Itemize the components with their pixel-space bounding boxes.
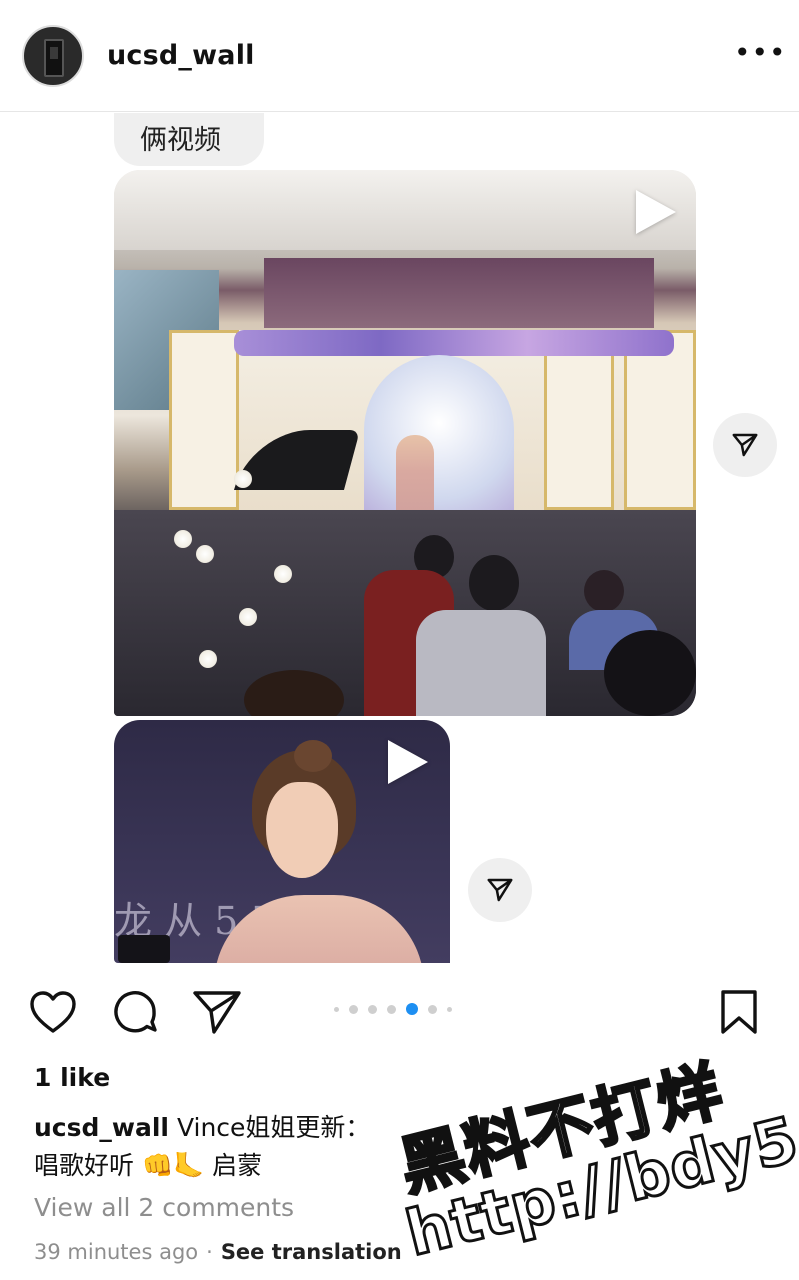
bookmark-icon <box>721 990 757 1034</box>
post-header: ucsd_wall ••• <box>0 0 799 112</box>
singer-closeup-video[interactable]: 龙 从 5 5 <box>114 720 450 963</box>
caption-text-line2: 唱歌好听 👊🦶 启蒙 <box>34 1151 263 1180</box>
audience-person <box>416 610 546 716</box>
table-lamp <box>274 565 292 583</box>
save-button[interactable] <box>714 987 764 1037</box>
action-bar <box>0 975 799 1047</box>
audience-head <box>469 555 519 611</box>
like-button[interactable] <box>28 987 78 1037</box>
carousel-dot <box>387 1004 396 1014</box>
play-icon[interactable] <box>388 740 428 784</box>
post-caption: ucsd_wall Vince姐姐更新： 唱歌好听 👊🦶 启蒙 <box>34 1109 454 1185</box>
stage-arch <box>364 355 514 525</box>
stage-panel <box>544 330 614 510</box>
singer-face <box>266 782 338 878</box>
post-footer: 39 minutes ago · See translation <box>34 1240 402 1264</box>
stage-panel <box>624 330 696 510</box>
singer-hair-bun <box>294 740 332 772</box>
like-count[interactable]: 1 like <box>34 1063 110 1092</box>
wedding-stage-video[interactable] <box>114 170 696 716</box>
table-lamp <box>196 545 214 563</box>
carousel-dot <box>334 1006 339 1012</box>
caption-text: Vince姐姐更新： <box>169 1113 371 1142</box>
heart-icon <box>30 991 76 1033</box>
table-lamp <box>174 530 192 548</box>
door-avatar-icon <box>44 39 64 77</box>
more-horizontal-icon[interactable]: ••• <box>734 39 786 68</box>
avatar[interactable] <box>22 25 84 87</box>
timestamp: 39 minutes ago <box>34 1240 199 1264</box>
paper-plane-icon <box>487 878 513 902</box>
play-icon[interactable] <box>636 190 676 234</box>
chat-bubble-text: 俩视频 <box>140 125 221 156</box>
view-comments-link[interactable]: View all 2 comments <box>34 1193 294 1222</box>
table-lamp <box>199 650 217 668</box>
comment-icon <box>114 991 157 1033</box>
share-button[interactable] <box>192 987 242 1037</box>
table-lamp <box>234 470 252 488</box>
stage-equipment <box>118 935 170 963</box>
ceiling <box>114 170 696 250</box>
share-video-button[interactable] <box>468 858 532 922</box>
carousel-dot-active <box>406 1003 418 1015</box>
carousel-dot <box>447 1006 452 1012</box>
paper-plane-icon <box>732 433 758 457</box>
carousel-dot <box>349 1004 358 1014</box>
post-username[interactable]: ucsd_wall <box>107 40 255 71</box>
share-video-button[interactable] <box>713 413 777 477</box>
carousel-dot <box>428 1004 437 1014</box>
flower-arch-decoration <box>234 330 674 356</box>
post-media[interactable]: 俩视频 龙 从 5 5 <box>0 113 799 963</box>
see-translation-link[interactable]: See translation <box>221 1240 402 1264</box>
paper-plane-icon <box>193 991 241 1034</box>
comment-button[interactable] <box>110 987 160 1037</box>
audience-head <box>604 630 696 716</box>
table-lamp <box>239 608 257 626</box>
carousel-dot <box>368 1004 377 1014</box>
caption-username[interactable]: ucsd_wall <box>34 1113 169 1142</box>
stage-panel <box>169 330 239 510</box>
separator: · <box>206 1240 213 1264</box>
watermark-url: http://bdy5.co <box>397 1075 799 1272</box>
stage-curtain <box>264 258 654 328</box>
audience-head <box>584 570 624 612</box>
chat-bubble: 俩视频 <box>114 113 264 166</box>
carousel-indicator <box>334 1002 452 1016</box>
